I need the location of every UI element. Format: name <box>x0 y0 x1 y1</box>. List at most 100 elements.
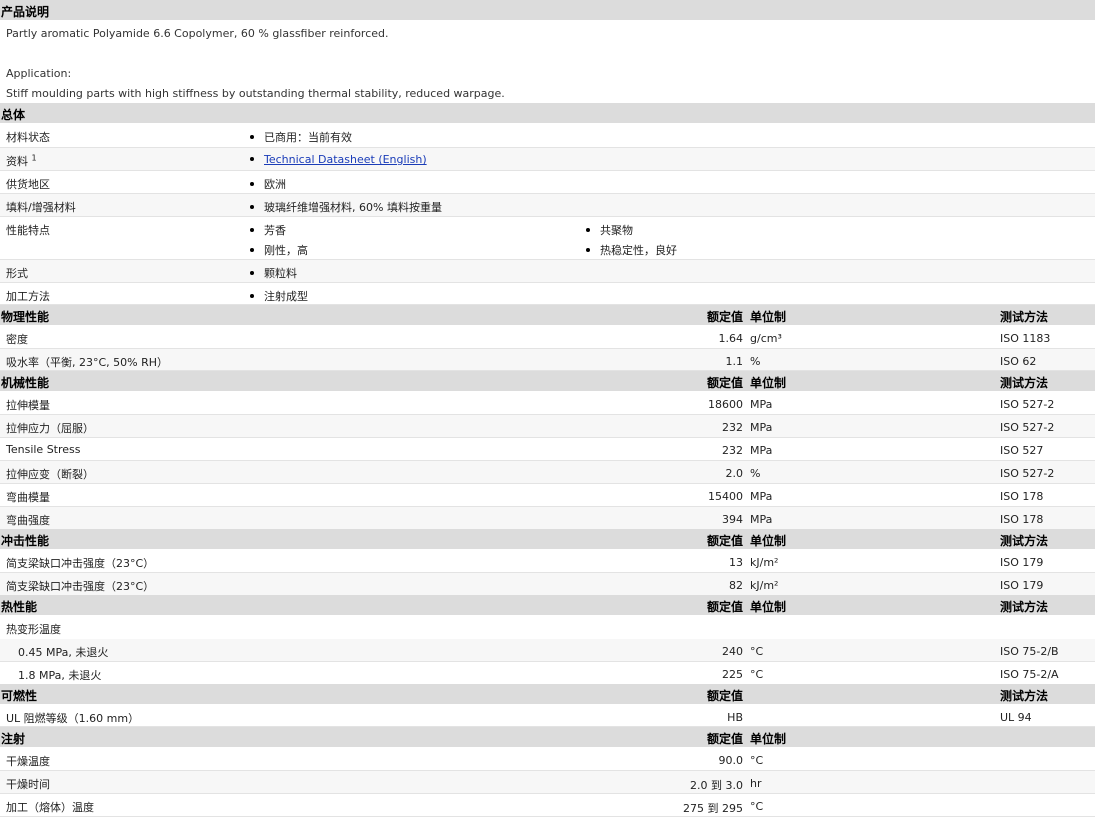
row-unit: hr <box>750 777 762 790</box>
row-test: ISO 527-2 <box>1000 467 1055 480</box>
list-item: 共聚物 <box>586 222 633 238</box>
table-row: 供货地区 欧洲 <box>0 171 1095 194</box>
header-test: 测试方法 <box>1000 376 1049 390</box>
application-label: Application: <box>6 67 72 80</box>
row-label: 干燥时间 <box>6 778 50 791</box>
row-label: Tensile Stress <box>6 443 81 456</box>
section-title: 冲击性能 <box>1 534 50 548</box>
row-test: ISO 178 <box>1000 490 1044 503</box>
row-unit: °C <box>750 800 764 813</box>
application-text: Stiff moulding parts with high stiffness… <box>6 87 505 100</box>
section-mechanical: 机械性能 额定值 单位制 测试方法 <box>0 371 1095 391</box>
row-label: 材料状态 <box>6 131 50 144</box>
row-value: 394 <box>722 513 743 526</box>
row-label: 资料 1 <box>6 153 37 168</box>
table-row: 材料状态 已商用：当前有效 <box>0 124 1095 148</box>
table-row: UL 阻燃等级（1.60 mm） HB UL 94 <box>0 705 1095 727</box>
table-row: Tensile Stress 232 MPa ISO 527 <box>0 438 1095 461</box>
table-row: 拉伸应力（屈服） 232 MPa ISO 527-2 <box>0 415 1095 438</box>
datasheet-link[interactable]: Technical Datasheet (English) <box>264 153 427 166</box>
header-unit: 单位制 <box>750 376 787 390</box>
row-value: 2.0 到 3.0 <box>690 779 743 792</box>
row-label: 加工方法 <box>6 290 50 303</box>
row-label: 加工（熔体）温度 <box>6 801 94 814</box>
header-unit: 单位制 <box>750 600 787 614</box>
table-row: 填料/增强材料 玻璃纤维增强材料, 60% 填料按重量 <box>0 194 1095 217</box>
row-unit: °C <box>750 645 764 658</box>
row-unit: °C <box>750 668 764 681</box>
section-title: 总体 <box>1 108 26 122</box>
row-unit: °C <box>750 754 764 767</box>
table-row: 1.8 MPa, 未退火 225 °C ISO 75-2/A <box>0 662 1095 685</box>
row-value: 90.0 <box>718 754 744 767</box>
section-thermal: 热性能 额定值 单位制 测试方法 <box>0 595 1095 615</box>
list-item: Technical Datasheet (English) <box>250 153 427 166</box>
row-label: UL 阻燃等级（1.60 mm） <box>6 712 140 725</box>
row-test: ISO 527-2 <box>1000 398 1055 411</box>
section-title: 机械性能 <box>1 376 50 390</box>
row-label: 吸水率（平衡, 23°C, 50% RH） <box>6 356 169 369</box>
row-unit: g/cm³ <box>750 332 782 345</box>
row-value: 13 <box>729 556 743 569</box>
row-test: UL 94 <box>1000 711 1032 724</box>
header-unit: 单位制 <box>750 310 787 324</box>
header-test: 测试方法 <box>1000 689 1049 703</box>
table-row: 热变形温度 <box>0 616 1095 638</box>
row-label: 弯曲强度 <box>6 514 50 527</box>
row-value: 15400 <box>708 490 743 503</box>
row-value: HB <box>727 711 743 724</box>
row-value: 232 <box>722 421 743 434</box>
list-item: 欧洲 <box>250 176 286 192</box>
row-label: 密度 <box>6 333 28 346</box>
row-unit: kJ/m² <box>750 579 779 592</box>
header-nominal: 额定值 <box>706 534 743 548</box>
row-label: 弯曲模量 <box>6 491 50 504</box>
table-row: 简支梁缺口冲击强度（23°C） 13 kJ/m² ISO 179 <box>0 550 1095 573</box>
section-title: 可燃性 <box>1 689 38 703</box>
row-test: ISO 179 <box>1000 556 1044 569</box>
list-item: 玻璃纤维增强材料, 60% 填料按重量 <box>250 199 442 215</box>
header-test: 测试方法 <box>1000 534 1049 548</box>
row-value: 82 <box>729 579 743 592</box>
row-label: 供货地区 <box>6 178 50 191</box>
row-label: 简支梁缺口冲击强度（23°C） <box>6 557 155 570</box>
section-title: 物理性能 <box>1 310 50 324</box>
row-label: 0.45 MPa, 未退火 <box>18 646 109 659</box>
row-unit: % <box>750 467 761 480</box>
row-test: ISO 75-2/A <box>1000 668 1059 681</box>
row-unit: MPa <box>750 421 773 434</box>
row-test: ISO 75-2/B <box>1000 645 1059 658</box>
header-test: 测试方法 <box>1000 310 1049 324</box>
row-test: ISO 62 <box>1000 355 1037 368</box>
row-label: 1.8 MPa, 未退火 <box>18 669 102 682</box>
section-title: 注射 <box>1 732 26 746</box>
row-label: 拉伸模量 <box>6 399 50 412</box>
section-flammability: 可燃性 额定值 测试方法 <box>0 684 1095 704</box>
row-value: 232 <box>722 444 743 457</box>
table-row: 形式 颗粒料 <box>0 260 1095 283</box>
table-row: 干燥时间 2.0 到 3.0 hr <box>0 771 1095 794</box>
header-nominal: 额定值 <box>706 310 743 324</box>
row-label: 拉伸应变（断裂） <box>6 468 94 481</box>
header-nominal: 额定值 <box>706 600 743 614</box>
row-unit: MPa <box>750 444 773 457</box>
row-label: 简支梁缺口冲击强度（23°C） <box>6 580 155 593</box>
row-test: ISO 1183 <box>1000 332 1051 345</box>
table-row: 密度 1.64 g/cm³ ISO 1183 <box>0 326 1095 349</box>
row-label: 干燥温度 <box>6 755 50 768</box>
row-value: 18600 <box>708 398 743 411</box>
table-row: 吸水率（平衡, 23°C, 50% RH） 1.1 % ISO 62 <box>0 349 1095 371</box>
row-value: 275 到 295 <box>683 802 743 815</box>
header-nominal: 额定值 <box>706 689 743 703</box>
row-unit: MPa <box>750 513 773 526</box>
row-test: ISO 527 <box>1000 444 1044 457</box>
table-row: 弯曲强度 394 MPa ISO 178 <box>0 507 1095 530</box>
table-row: 资料 1 Technical Datasheet (English) <box>0 148 1095 171</box>
header-test: 测试方法 <box>1000 600 1049 614</box>
row-test: ISO 527-2 <box>1000 421 1055 434</box>
section-injection: 注射 额定值 单位制 <box>0 727 1095 747</box>
table-row: 拉伸应变（断裂） 2.0 % ISO 527-2 <box>0 461 1095 484</box>
table-row: 拉伸模量 18600 MPa ISO 527-2 <box>0 392 1095 415</box>
row-unit: MPa <box>750 490 773 503</box>
table-row: 加工方法 注射成型 <box>0 283 1095 305</box>
